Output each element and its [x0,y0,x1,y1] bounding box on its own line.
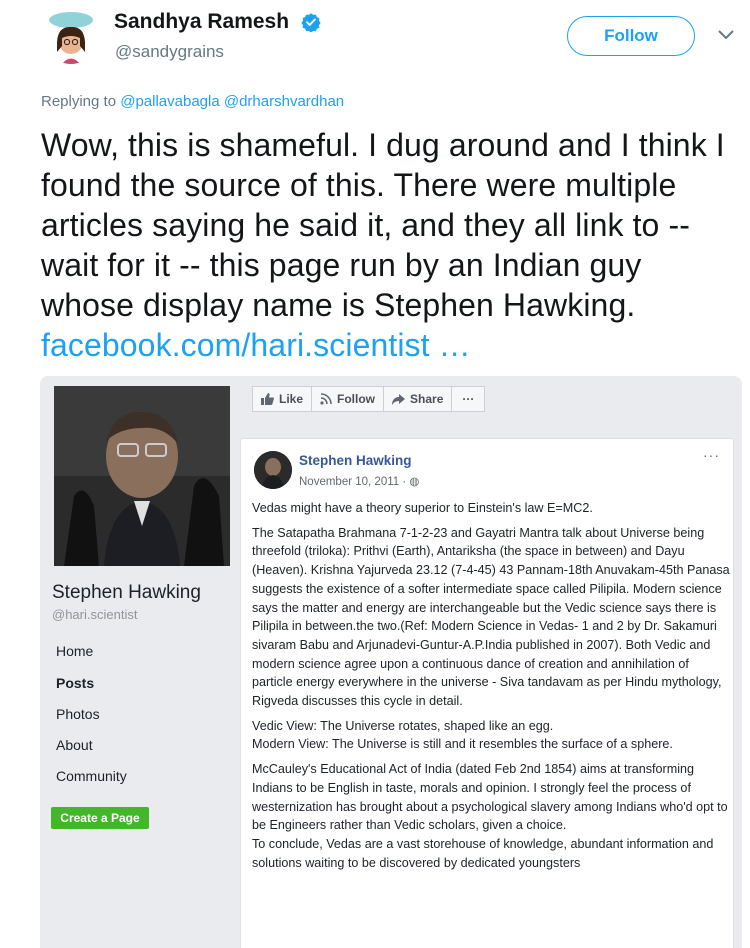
tweet-link[interactable]: facebook.com/hari.scientist … [41,327,471,363]
nav-home[interactable]: Home [56,643,93,659]
page-action-bar: Like Follow Share ··· [252,386,486,412]
nav-posts[interactable]: Posts [56,675,94,691]
nav-about[interactable]: About [56,737,93,753]
more-actions-button[interactable]: ··· [451,386,486,412]
attached-image[interactable]: Stephen Hawking @hari.scientist Home Pos… [40,376,742,948]
rss-icon [320,393,332,405]
share-label: Share [410,392,444,406]
page-username: @hari.scientist [52,607,138,622]
profile-photo [54,386,230,566]
chevron-down-icon[interactable] [717,28,735,42]
post-paragraph: McCauley's Educational Act of India (dat… [252,762,728,870]
author-handle[interactable]: @sandygrains [115,42,224,62]
replying-prefix: Replying to [41,93,117,110]
reply-mention-link[interactable]: @pallavabagla [120,93,219,110]
post-date[interactable]: November 10, 2011 · ◍ [299,474,419,488]
post-options-icon[interactable]: ··· [703,447,720,463]
follow-page-button[interactable]: Follow [311,386,385,412]
author-avatar[interactable] [42,6,100,64]
tweet-text: Wow, this is shameful. I dug around and … [41,125,741,365]
like-button[interactable]: Like [252,386,313,412]
post-body: Vedas might have a theory superior to Ei… [252,499,730,878]
create-page-button[interactable]: Create a Page [51,807,149,829]
post-author-avatar[interactable] [254,451,292,489]
follow-label: Follow [337,392,376,406]
nav-photos[interactable]: Photos [56,706,100,722]
share-button[interactable]: Share [383,386,453,412]
post-card: Stephen Hawking November 10, 2011 · ◍ ··… [240,438,734,948]
post-paragraph: The Satapatha Brahmana 7-1-2-23 and Gaya… [252,525,730,709]
page-name: Stephen Hawking [52,582,201,603]
like-label: Like [279,392,304,406]
author-name[interactable]: Sandhya Ramesh [114,10,289,34]
nav-community[interactable]: Community [56,768,127,784]
tweet-body: Wow, this is shameful. I dug around and … [41,127,725,323]
verified-badge-icon [301,13,321,32]
post-paragraph: Vedic View: The Universe rotates, shaped… [252,718,673,752]
post-paragraph: Vedas might have a theory superior to Ei… [252,501,593,515]
thumbs-up-icon [261,393,274,405]
share-arrow-icon [392,393,406,405]
follow-button[interactable]: Follow [567,16,695,56]
post-author[interactable]: Stephen Hawking [299,453,412,468]
reply-mention-link[interactable]: @drharshvardhan [224,93,344,110]
replying-to: Replying to @pallavabagla @drharshvardha… [41,93,344,110]
